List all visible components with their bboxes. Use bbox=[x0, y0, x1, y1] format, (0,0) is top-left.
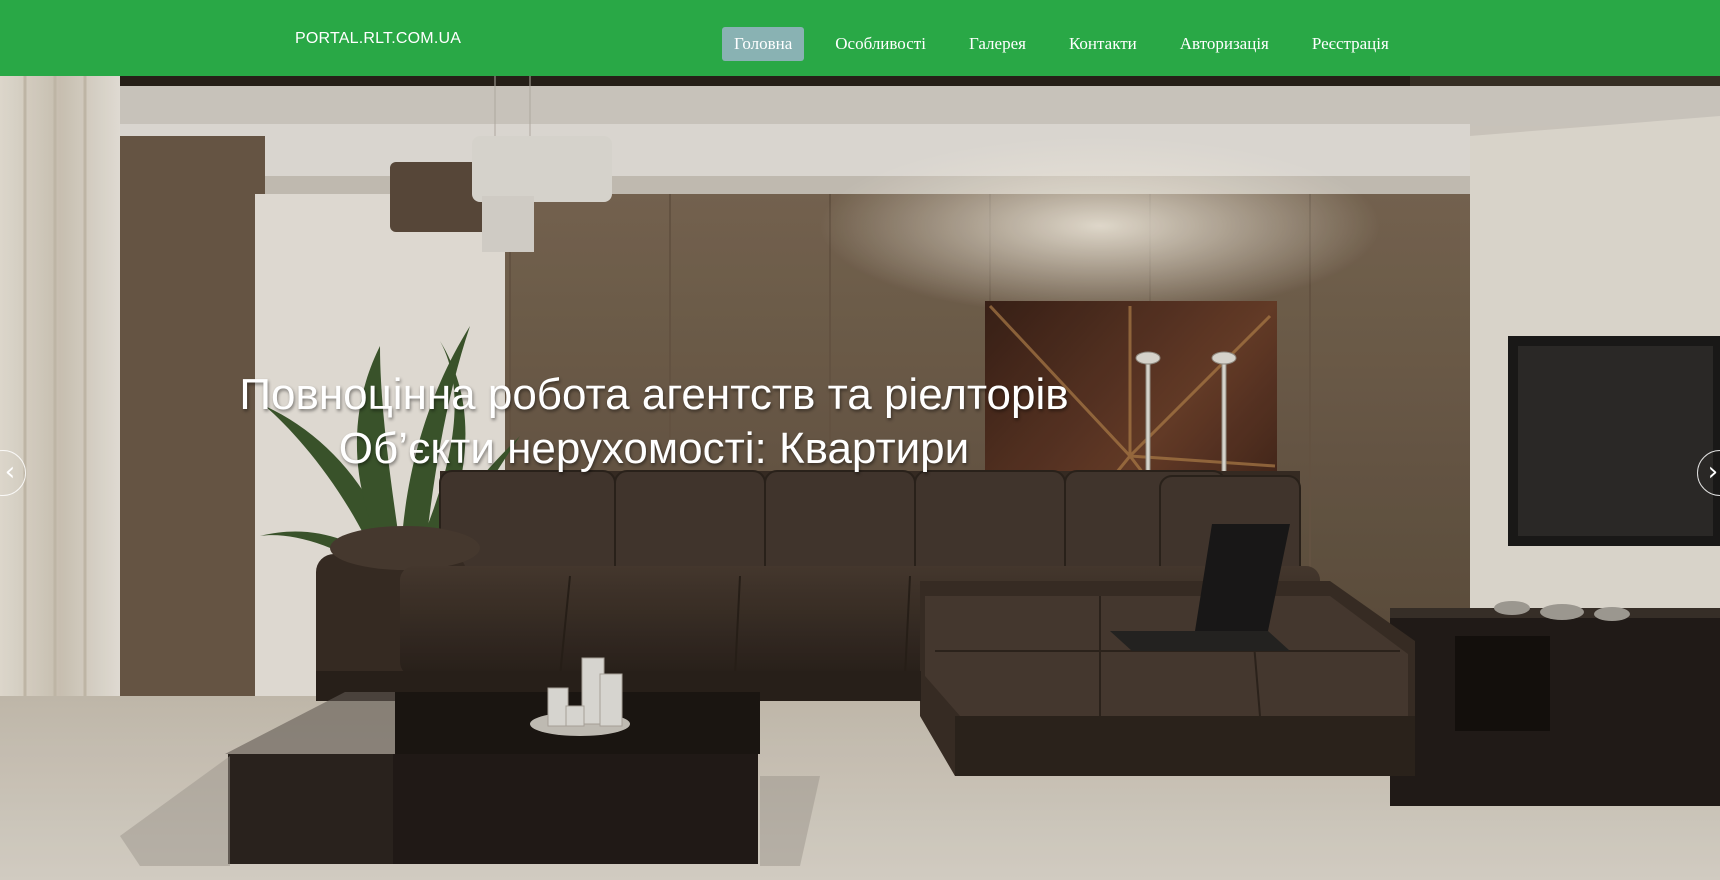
hero-carousel: Повноцінна робота агентств та ріелторів … bbox=[0, 76, 1720, 880]
main-nav: Головна Особливості Галерея Контакти Авт… bbox=[722, 27, 1420, 61]
nav-contacts[interactable]: Контакти bbox=[1057, 27, 1149, 61]
nav-gallery[interactable]: Галерея bbox=[957, 27, 1038, 61]
chevron-right-icon: › bbox=[1707, 457, 1719, 487]
site-brand-link[interactable]: PORTAL.RLT.COM.UA bbox=[295, 30, 461, 48]
nav-login[interactable]: Авторизація bbox=[1168, 27, 1281, 61]
hero-caption: Повноцінна робота агентств та ріелторів … bbox=[0, 368, 1308, 476]
nav-home[interactable]: Головна bbox=[722, 27, 805, 61]
hero-caption-line-2: Об’єкти нерухомості: Квартири bbox=[338, 424, 970, 473]
hero-background-image bbox=[0, 76, 1720, 880]
nav-features[interactable]: Особливості bbox=[823, 27, 938, 61]
nav-register[interactable]: Реєстрація bbox=[1300, 27, 1401, 61]
hero-caption-line-1: Повноцінна робота агентств та ріелторів bbox=[239, 370, 1069, 419]
chevron-left-icon: ‹ bbox=[4, 457, 16, 487]
site-header: PORTAL.RLT.COM.UA Головна Особливості Га… bbox=[0, 0, 1720, 76]
